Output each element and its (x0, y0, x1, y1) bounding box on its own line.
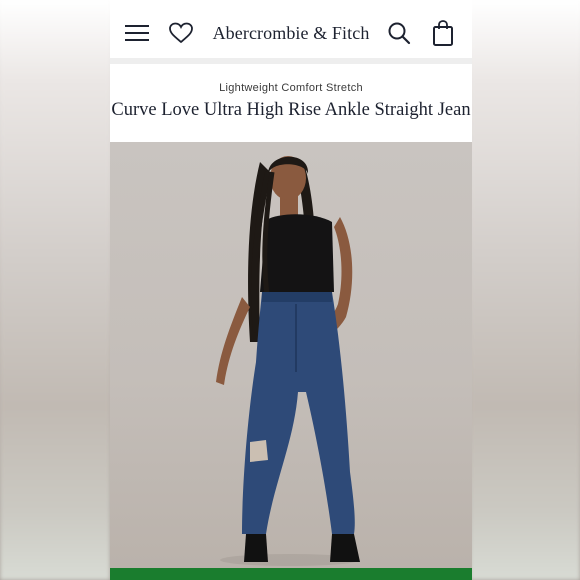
menu-button[interactable] (122, 8, 152, 58)
app-screen: Abercrombie & Fitch Lightweight Comfort … (110, 0, 472, 580)
hamburger-menu-icon (125, 25, 149, 41)
wishlist-button[interactable] (166, 8, 196, 58)
background-blur-left (0, 0, 110, 580)
brand-logo[interactable]: Abercrombie & Fitch (210, 8, 372, 58)
top-navigation-bar: Abercrombie & Fitch (110, 8, 472, 58)
product-subtitle: Lightweight Comfort Stretch (219, 82, 363, 94)
product-image[interactable] (110, 142, 472, 568)
heart-icon (169, 22, 193, 44)
product-title-block: Lightweight Comfort Stretch Curve Love U… (110, 64, 472, 142)
background-blur-right (470, 0, 580, 580)
shopping-bag-icon (433, 20, 453, 46)
model-illustration (216, 156, 360, 566)
product-title: Curve Love Ultra High Rise Ankle Straigh… (111, 100, 471, 120)
search-icon (388, 22, 411, 45)
add-to-bag-bar[interactable] (110, 568, 472, 580)
search-button[interactable] (384, 8, 414, 58)
shopping-bag-button[interactable] (428, 8, 458, 58)
